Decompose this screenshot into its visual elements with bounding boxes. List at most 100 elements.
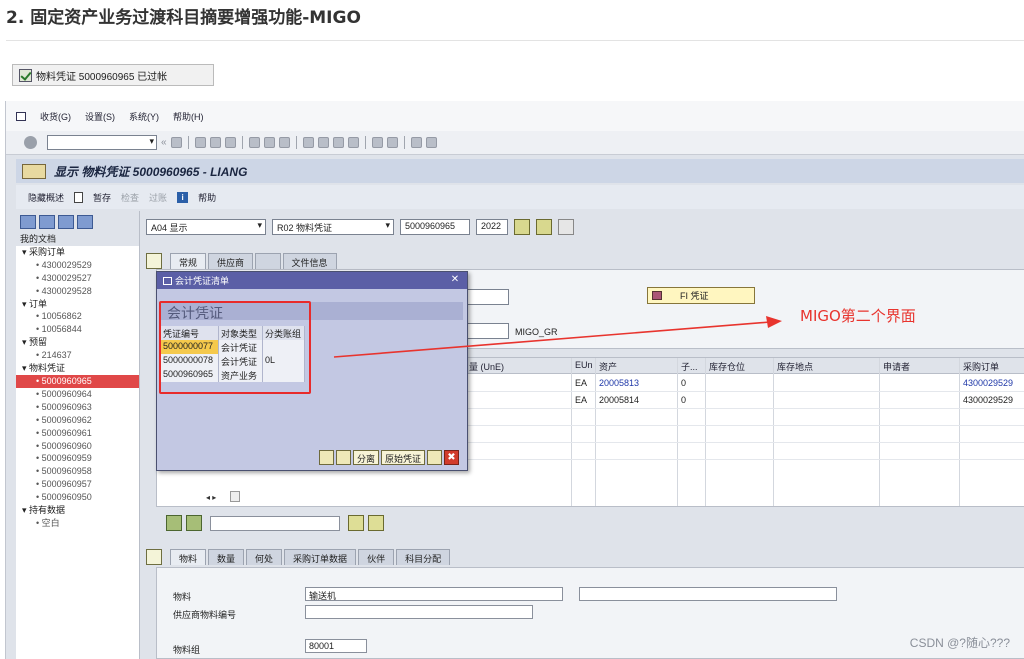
- save-icon[interactable]: [170, 137, 182, 148]
- document-number-field[interactable]: 5000960965: [400, 219, 470, 235]
- execute-icon[interactable]: [514, 219, 530, 235]
- grid-scroll-box[interactable]: [230, 491, 240, 502]
- tab-quantity[interactable]: 数量: [208, 549, 245, 565]
- material-group-field[interactable]: 80001: [305, 639, 367, 653]
- reference-select[interactable]: R02 物料凭证 ▾: [272, 219, 394, 235]
- tree-item[interactable]: • 空白: [16, 517, 139, 530]
- tree-item[interactable]: • 5000960950: [16, 491, 139, 504]
- item-down-icon[interactable]: [186, 515, 202, 531]
- item-up-icon[interactable]: [166, 515, 182, 531]
- item-search-field[interactable]: [210, 515, 340, 531]
- menu-settings[interactable]: 设置(S): [85, 110, 115, 123]
- help-button[interactable]: 帮助: [198, 191, 216, 204]
- tree-item[interactable]: • 5000960959: [16, 452, 139, 465]
- fi-document-button[interactable]: FI 凭证: [647, 287, 755, 304]
- tab-po-data[interactable]: 采购订单数据: [284, 549, 357, 565]
- tree-group-reservations[interactable]: ▾ 预留: [16, 336, 139, 349]
- table-icon[interactable]: [558, 219, 574, 235]
- header-field-a[interactable]: [467, 289, 509, 305]
- col-requester[interactable]: 申请者: [883, 360, 910, 373]
- info-icon[interactable]: i: [177, 191, 189, 203]
- tree-item[interactable]: • 4300029527: [16, 272, 139, 285]
- material-number-field[interactable]: [579, 587, 837, 601]
- tree-item[interactable]: • 4300029528: [16, 285, 139, 298]
- fiscal-year-field[interactable]: 2022: [476, 219, 508, 235]
- split-button[interactable]: 分离: [352, 450, 379, 465]
- menu-help[interactable]: 帮助(H): [173, 110, 204, 123]
- find-item-icon[interactable]: [348, 515, 364, 531]
- cell-po[interactable]: 4300029529: [963, 395, 1013, 405]
- tab-partner[interactable]: 伙伴: [358, 549, 395, 565]
- collapse-icon[interactable]: [39, 215, 55, 229]
- new-document-icon[interactable]: [74, 191, 84, 203]
- action-select[interactable]: A04 显示 ▾: [146, 219, 266, 235]
- tree-group-purchase-orders[interactable]: ▾ 采购订单: [16, 246, 139, 259]
- menu-system[interactable]: 系统(Y): [129, 110, 159, 123]
- menu-goods-receipt[interactable]: 收货(G): [40, 110, 71, 123]
- tree-item[interactable]: • 4300029529: [16, 259, 139, 272]
- popup-find-icon[interactable]: [318, 450, 334, 465]
- tab-doc-info[interactable]: 文件信息: [282, 253, 337, 269]
- tree-item[interactable]: • 5000960961: [16, 427, 139, 440]
- tab-general[interactable]: 常规: [170, 253, 207, 269]
- last-page-icon[interactable]: [347, 137, 359, 148]
- popup-split-icon[interactable]: [335, 450, 351, 465]
- tree-item[interactable]: • 10056844: [16, 323, 139, 336]
- tree-item[interactable]: • 214637: [16, 349, 139, 362]
- tree-item[interactable]: • 5000960964: [16, 388, 139, 401]
- command-field[interactable]: [47, 135, 157, 150]
- exit-icon[interactable]: [194, 137, 206, 148]
- shortcut-icon[interactable]: [386, 137, 398, 148]
- cell-asset[interactable]: 20005813: [599, 378, 639, 388]
- print-icon[interactable]: [248, 137, 260, 148]
- tree-item[interactable]: • 5000960958: [16, 465, 139, 478]
- tree-group-material-documents[interactable]: ▾ 物料凭证: [16, 362, 139, 375]
- hide-overview-button[interactable]: 隐藏概述: [28, 191, 64, 204]
- tree-item[interactable]: • 5000960963: [16, 401, 139, 414]
- tree-item[interactable]: • 5000960960: [16, 440, 139, 453]
- tree-item[interactable]: • 5000960957: [16, 478, 139, 491]
- find-icon[interactable]: [263, 137, 275, 148]
- prev-page-icon[interactable]: [317, 137, 329, 148]
- tree-item-selected[interactable]: • 5000960965: [16, 374, 139, 388]
- col-purchase-order[interactable]: 采购订单: [963, 360, 999, 373]
- delete-icon[interactable]: [58, 215, 74, 229]
- popup-cancel-icon[interactable]: ✖: [444, 450, 459, 465]
- next-page-icon[interactable]: [332, 137, 344, 148]
- first-page-icon[interactable]: [302, 137, 314, 148]
- grid-scroll-arrows[interactable]: ◂ ▸: [206, 493, 216, 502]
- original-document-button[interactable]: 原始凭证: [380, 450, 425, 465]
- post-button[interactable]: 过账: [149, 191, 167, 204]
- detail-toggle-icon[interactable]: [146, 549, 162, 565]
- tree-group-held-data[interactable]: ▾ 持有数据: [16, 504, 139, 517]
- popup-print-icon[interactable]: [427, 450, 442, 465]
- vendor-material-field[interactable]: [305, 605, 533, 619]
- layout-menu-icon[interactable]: [425, 137, 437, 148]
- find-next-icon[interactable]: [278, 137, 290, 148]
- back-icon[interactable]: «: [161, 137, 167, 148]
- help-icon[interactable]: [410, 137, 422, 148]
- cancel-icon[interactable]: [209, 137, 221, 148]
- hold-button[interactable]: 暂存: [93, 191, 111, 204]
- cell-po[interactable]: 4300029529: [963, 378, 1013, 388]
- cell-asset[interactable]: 20005814: [599, 395, 639, 405]
- new-session-icon[interactable]: [371, 137, 383, 148]
- tab-vendor[interactable]: 供应商: [208, 253, 254, 269]
- material-field[interactable]: 输送机: [305, 587, 563, 601]
- tab-account-assignment[interactable]: 科目分配: [396, 549, 451, 565]
- tree-item[interactable]: • 10056862: [16, 310, 139, 323]
- tab-partner-icon[interactable]: [255, 253, 281, 269]
- popup-close-icon[interactable]: ✕: [449, 274, 461, 286]
- stop-icon[interactable]: [224, 137, 236, 148]
- header-toggle-icon[interactable]: [146, 253, 162, 269]
- binoculars-icon[interactable]: [536, 219, 552, 235]
- expand-icon[interactable]: [20, 215, 36, 229]
- tree-root[interactable]: 我的文档: [16, 233, 139, 246]
- tab-where[interactable]: 何处: [246, 549, 283, 565]
- tree-item[interactable]: • 5000960962: [16, 414, 139, 427]
- tab-material[interactable]: 物料: [170, 549, 207, 565]
- tree-group-orders[interactable]: ▾ 订单: [16, 298, 139, 311]
- menu-icon[interactable]: [16, 111, 26, 121]
- find-next-item-icon[interactable]: [368, 515, 384, 531]
- close-icon[interactable]: [77, 215, 93, 229]
